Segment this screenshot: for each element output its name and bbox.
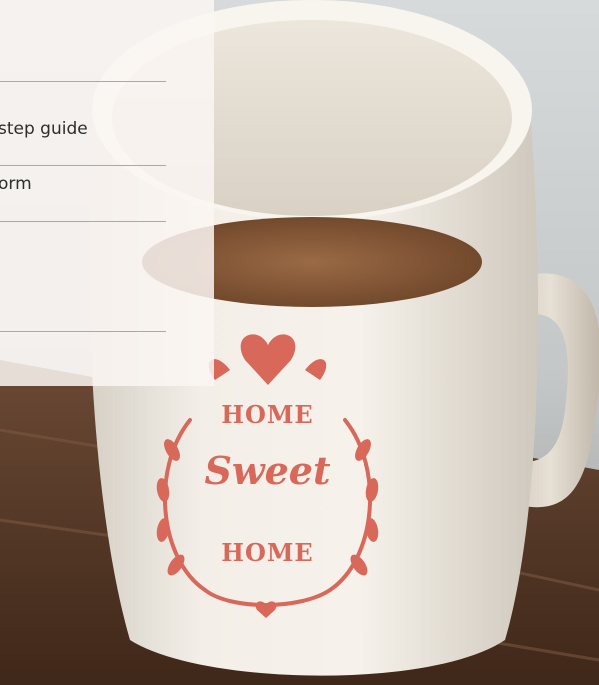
- menu-panel: step guide orm: [0, 0, 214, 386]
- menu-divider: [0, 81, 166, 82]
- menu-item-empty[interactable]: [0, 243, 166, 279]
- mug-print-home-bottom: HOME: [221, 538, 314, 567]
- menu-item-step-guide[interactable]: step guide: [0, 111, 166, 147]
- mug-print-home-top: HOME: [221, 400, 314, 429]
- menu-item-label: step guide: [0, 119, 88, 139]
- menu-item-label: orm: [0, 174, 32, 194]
- menu-divider: [0, 331, 166, 332]
- menu-item-form[interactable]: orm: [0, 166, 166, 202]
- menu-divider: [0, 221, 166, 222]
- mug-print-sweet: Sweet: [204, 448, 331, 493]
